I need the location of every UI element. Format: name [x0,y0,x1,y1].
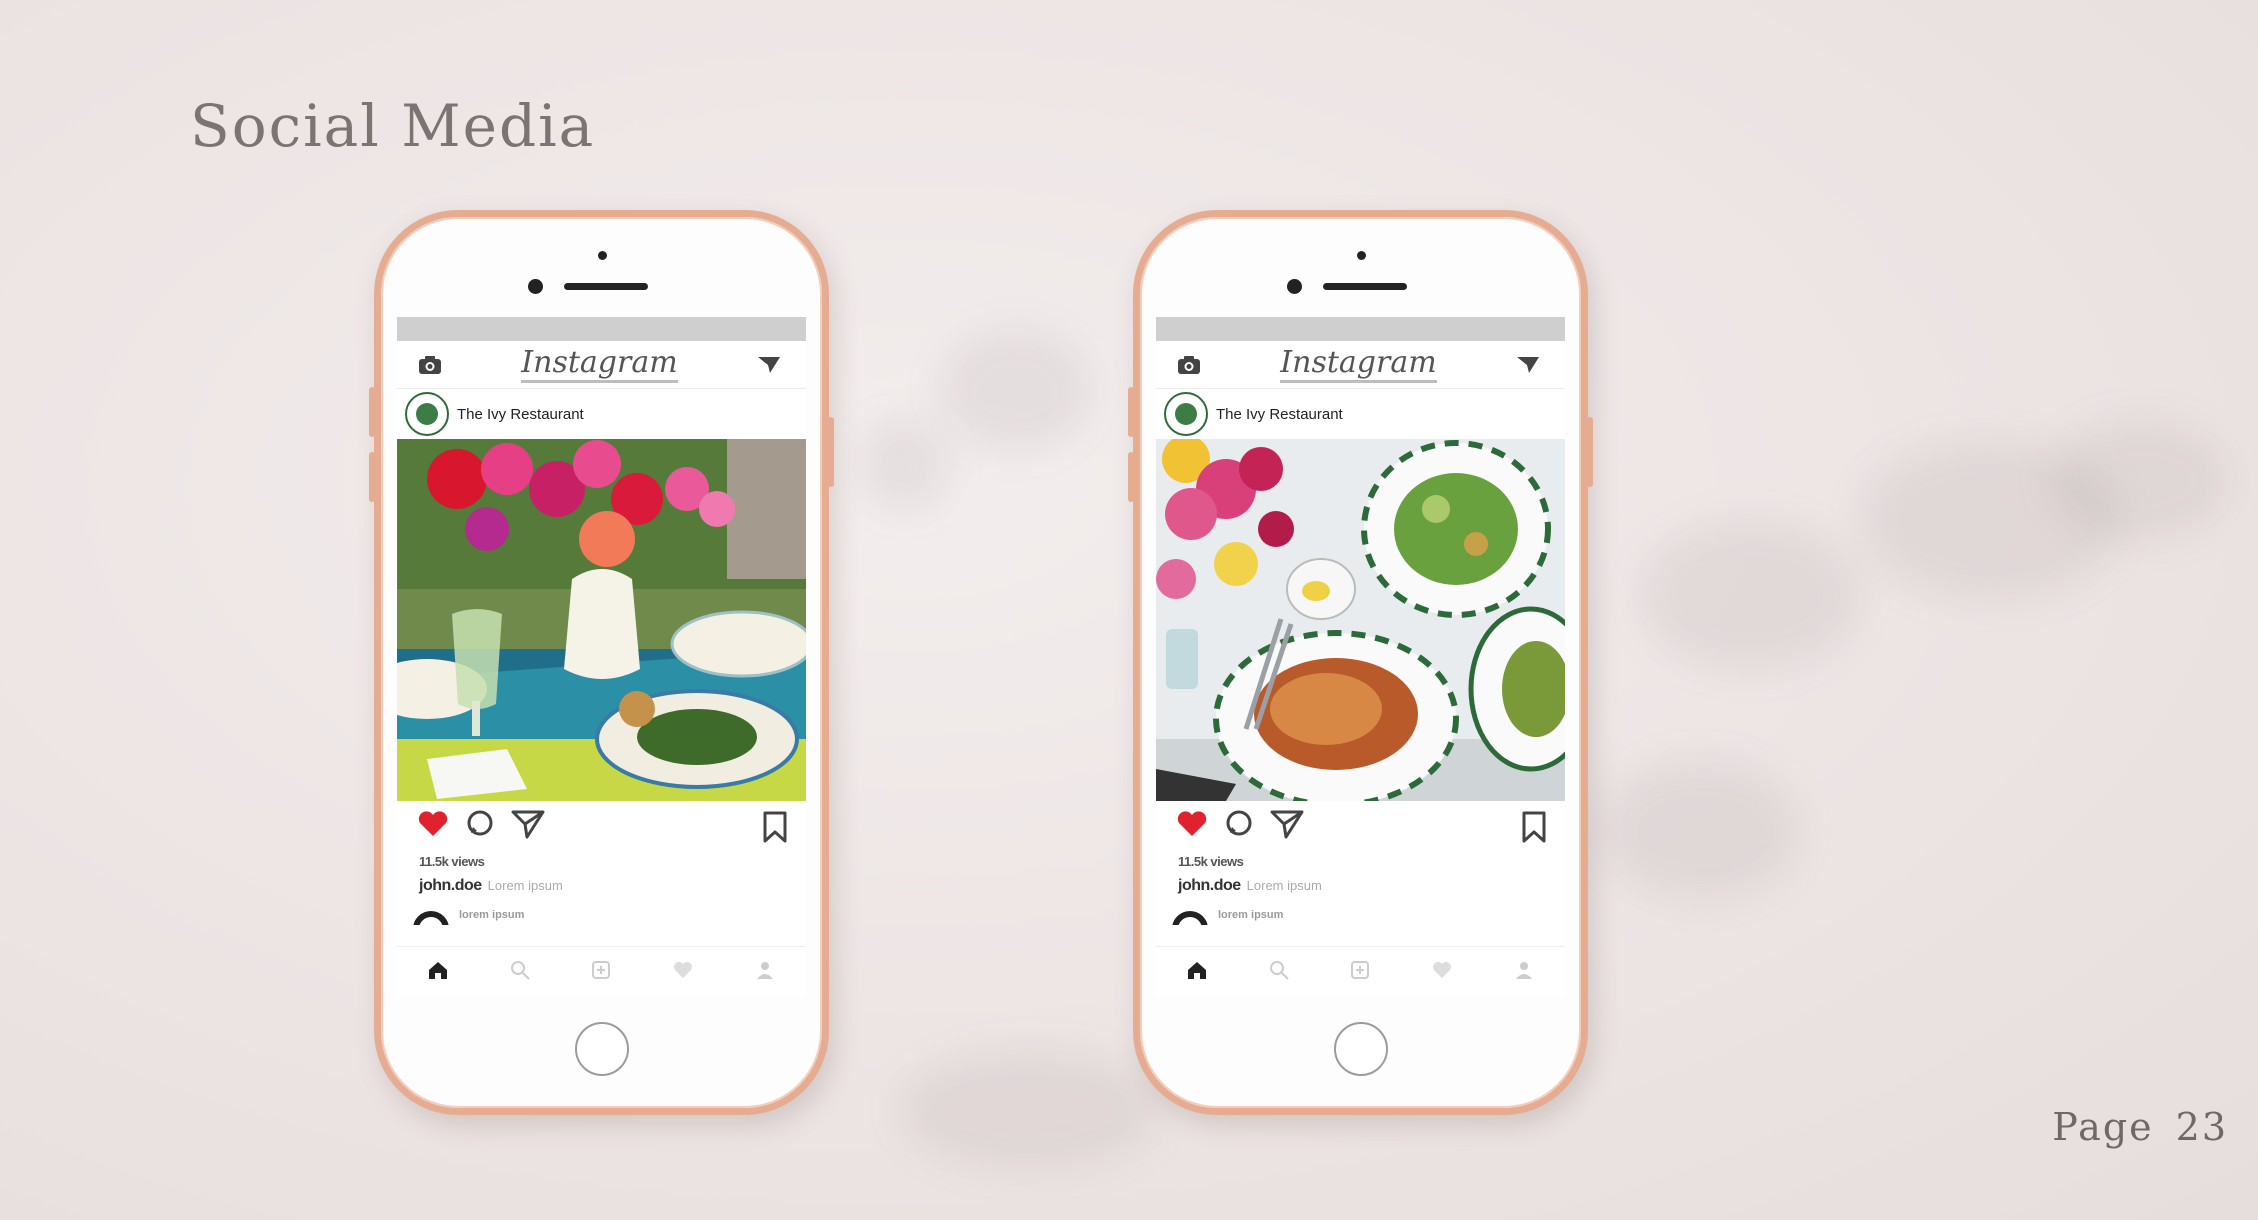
bookmark-icon[interactable] [762,811,788,848]
home-icon[interactable] [1186,959,1208,986]
comment-row: lorem ipsum [397,899,806,925]
sensor-dot [597,251,607,260]
commenter-avatar[interactable] [1172,911,1208,925]
comment-row: lorem ipsum [1156,899,1565,925]
view-count: 11.5k views [1178,854,1244,869]
volume-button [1128,387,1134,437]
comment-text: lorem ipsum [1218,909,1284,921]
post-actions [1156,801,1565,851]
front-camera [528,279,543,294]
bookmark-icon[interactable] [1521,811,1547,848]
caption-username[interactable]: john.doe [1178,877,1241,894]
home-button[interactable] [574,1022,629,1076]
comment-text: lorem ipsum [459,909,525,921]
send-icon[interactable] [1270,809,1304,844]
activity-heart-icon[interactable] [1431,959,1453,986]
ivy-logo-icon [416,403,438,425]
profile-icon[interactable] [1513,959,1535,986]
comment-icon[interactable] [465,809,495,844]
caption-text: Lorem ipsum [487,878,563,893]
send-icon[interactable] [511,809,545,844]
page-number: Page 23 [2052,1105,2228,1149]
post-header: The Ivy Restaurant [397,389,806,439]
profile-icon[interactable] [754,959,776,986]
power-button [828,417,834,487]
avatar[interactable] [405,392,449,436]
send-icon[interactable] [1515,354,1541,376]
home-icon[interactable] [427,959,449,986]
post-actions [397,801,806,851]
instagram-header: Instagram [1156,341,1565,389]
camera-icon[interactable] [417,354,443,376]
ivy-logo-icon [1175,403,1197,425]
status-bar [1156,317,1565,341]
phone-screen: Instagram The Ivy Restaurant 11.5k views… [397,317,806,997]
search-icon[interactable] [509,959,531,986]
speaker-grille [1323,283,1407,290]
avatar[interactable] [1164,392,1208,436]
bottom-nav [397,946,806,997]
flowers-table-photo [397,439,806,801]
phone-mockup-1: Instagram The Ivy Restaurant 11.5k views… [369,210,834,1115]
heart-icon[interactable] [1176,810,1208,843]
volume-button [369,387,375,437]
volume-button [1128,452,1134,502]
page-word: Page [2052,1105,2154,1149]
camera-icon[interactable] [1176,354,1202,376]
add-icon[interactable] [1349,959,1371,986]
post-photo[interactable] [397,439,806,801]
post-header: The Ivy Restaurant [1156,389,1565,439]
caption-text: Lorem ipsum [1246,878,1322,893]
account-name[interactable]: The Ivy Restaurant [1216,406,1343,423]
instagram-logo: Instagram [521,346,678,383]
post-caption: john.doe Lorem ipsum [397,873,806,899]
page-number-value: 23 [2175,1105,2228,1149]
search-icon[interactable] [1268,959,1290,986]
phone-mockup-2: Instagram The Ivy Restaurant 11.5k views… [1128,210,1593,1115]
sensor-dot [1356,251,1366,260]
activity-heart-icon[interactable] [672,959,694,986]
status-bar [397,317,806,341]
view-count: 11.5k views [419,854,485,869]
account-name[interactable]: The Ivy Restaurant [457,406,584,423]
pasta-table-photo [1156,439,1565,801]
instagram-logo: Instagram [1280,346,1437,383]
bottom-nav [1156,946,1565,997]
post-photo[interactable] [1156,439,1565,801]
power-button [1587,417,1593,487]
slide-title: Social Media [190,92,596,160]
send-icon[interactable] [756,354,782,376]
instagram-header: Instagram [397,341,806,389]
heart-icon[interactable] [417,810,449,843]
commenter-avatar[interactable] [413,911,449,925]
caption-username[interactable]: john.doe [419,877,482,894]
speaker-grille [564,283,648,290]
home-button[interactable] [1333,1022,1388,1076]
comment-icon[interactable] [1224,809,1254,844]
add-icon[interactable] [590,959,612,986]
front-camera [1287,279,1302,294]
volume-button [369,452,375,502]
post-caption: john.doe Lorem ipsum [1156,873,1565,899]
phone-screen: Instagram The Ivy Restaurant 11.5k views… [1156,317,1565,997]
